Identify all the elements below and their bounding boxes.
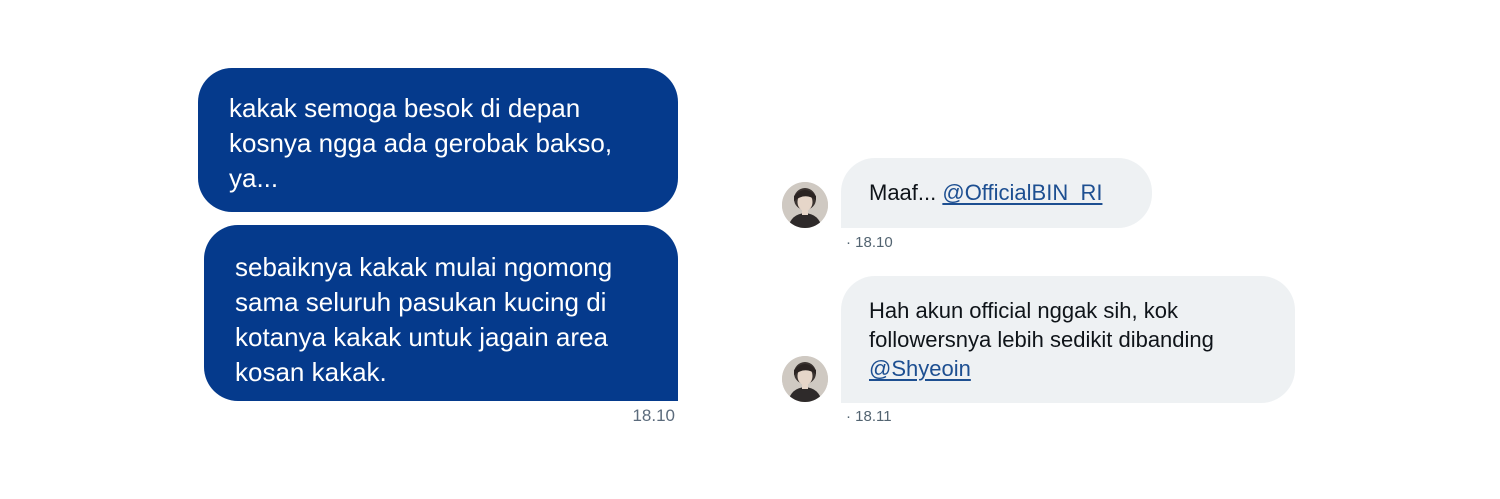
outgoing-message-bubble[interactable]: kakak semoga besok di depan kosnya ngga … bbox=[198, 68, 678, 212]
incoming-message-timestamp: · 18.11 bbox=[846, 408, 892, 425]
outgoing-message-text: sebaiknya kakak mulai ngomong sama selur… bbox=[235, 252, 613, 387]
incoming-message-text: Maaf... bbox=[869, 180, 943, 205]
mention-link[interactable]: @Shyeoin bbox=[869, 356, 971, 381]
incoming-message-text: Hah akun official nggak sih, kok followe… bbox=[869, 298, 1214, 352]
incoming-message-timestamp: · 18.10 bbox=[846, 234, 893, 251]
dm-conversation: kakak semoga besok di depan kosnya ngga … bbox=[0, 0, 1500, 499]
outgoing-message-timestamp: 18.10 bbox=[632, 406, 675, 425]
user-avatar-icon bbox=[782, 182, 828, 228]
user-avatar[interactable] bbox=[782, 356, 828, 402]
mention-link[interactable]: @OfficialBIN_RI bbox=[942, 180, 1102, 205]
incoming-message-bubble[interactable]: Maaf... @OfficialBIN_RI bbox=[841, 158, 1152, 228]
outgoing-message-text: kakak semoga besok di depan kosnya ngga … bbox=[229, 93, 613, 193]
outgoing-message-bubble[interactable]: sebaiknya kakak mulai ngomong sama selur… bbox=[204, 225, 678, 401]
incoming-message-bubble[interactable]: Hah akun official nggak sih, kok followe… bbox=[841, 276, 1295, 403]
user-avatar-icon bbox=[782, 356, 828, 402]
user-avatar[interactable] bbox=[782, 182, 828, 228]
